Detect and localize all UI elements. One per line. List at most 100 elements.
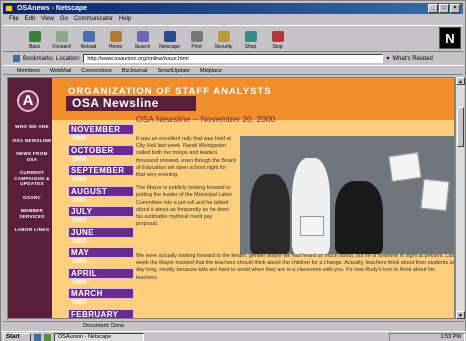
month-link[interactable]: July 2000 [68, 206, 134, 227]
nav-who-we-are[interactable]: Who We Are [12, 124, 52, 130]
month-link[interactable]: June 2000 [68, 226, 134, 248]
month-link[interactable]: May 2000 [68, 247, 134, 268]
month-label: October [68, 144, 134, 156]
page-content: A Organization of Staff Analysts OSA New… [7, 77, 455, 319]
stop-icon [271, 31, 284, 42]
scroll-down-arrow-icon[interactable]: ▼ [456, 311, 465, 319]
start-button[interactable]: Start [3, 332, 31, 341]
url-input[interactable]: http://www.osaunion.org/online/issue.htm… [83, 54, 384, 63]
link-mktplace[interactable]: Mktplace [200, 66, 222, 74]
month-link[interactable]: April 2000 [68, 267, 134, 289]
nav-news-from-osa[interactable]: News from OSA [12, 151, 52, 162]
month-link[interactable]: November 2000 [68, 124, 134, 145]
print-label: Print [191, 44, 202, 50]
month-link[interactable]: October 2000 [68, 144, 134, 166]
link-webmail[interactable]: WebMail [50, 66, 71, 74]
nav-osa-newsline[interactable]: OSA Newsline [12, 138, 52, 144]
minimize-button[interactable]: _ [428, 4, 438, 13]
menu-edit[interactable]: Edit [25, 15, 35, 24]
month-link[interactable]: August 2000 [68, 185, 134, 207]
shop-icon [244, 31, 257, 42]
year-label: 2000 [72, 135, 87, 142]
netscape-icon [163, 31, 176, 42]
navigation-toolbar: Back Forward Reload Home Search Netscape… [3, 25, 463, 52]
newsline-banner: OSA Newsline [66, 96, 196, 111]
nav-member-services[interactable]: Member Services [12, 208, 52, 219]
site-nav: Who We Are OSA Newsline News from OSA Cu… [12, 124, 52, 241]
status-bar: Document: Done [3, 321, 463, 330]
url-dropdown-icon[interactable]: ▾ [386, 55, 389, 62]
menu-go[interactable]: Go [60, 15, 68, 24]
bookmarks-icon [13, 55, 20, 62]
location-label: Location: [56, 55, 81, 62]
month-link[interactable]: March 2000 [68, 288, 134, 309]
article-body-top: It was an excellent rally that was held … [136, 136, 236, 234]
search-icon [136, 31, 149, 42]
personal-toolbar: Members WebMail Connections BizJournal S… [3, 65, 463, 75]
reload-button[interactable]: Reload [75, 26, 102, 52]
menu-help[interactable]: Help [119, 15, 131, 24]
link-connections[interactable]: Connections [81, 66, 112, 74]
month-link[interactable]: February2000 [68, 308, 134, 318]
forward-label: Forward [52, 44, 71, 50]
stop-label: Stop [272, 44, 283, 50]
forward-button[interactable]: Forward [48, 26, 75, 52]
archive-months: November 2000 October 2000 September 2000 A… [68, 124, 134, 318]
reload-icon [82, 31, 95, 42]
vertical-scrollbar[interactable]: ▲ ▼ [455, 77, 465, 319]
link-bizjournal[interactable]: BizJournal [122, 66, 148, 74]
article-title: OSA Newsline -- November 20, 2000 [136, 114, 276, 124]
month-label: July [68, 206, 134, 217]
security-label: Security [214, 44, 233, 50]
osa-logo[interactable]: A [17, 90, 39, 112]
link-smartupdate[interactable]: SmartUpdate [157, 66, 189, 74]
month-link[interactable]: September 2000 [68, 165, 134, 186]
menu-file[interactable]: File [9, 15, 19, 24]
year-label: 2000 [72, 176, 87, 183]
rally-photo [240, 136, 454, 254]
month-label: November [68, 124, 134, 135]
forward-icon [55, 31, 68, 42]
netscape-app-icon [5, 5, 13, 12]
netscape-button[interactable]: Netscape [156, 26, 183, 52]
month-label: March [68, 288, 134, 299]
home-icon [109, 31, 122, 42]
scroll-up-arrow-icon[interactable]: ▲ [456, 77, 465, 85]
menu-view[interactable]: View [41, 15, 54, 24]
scroll-thumb[interactable] [457, 107, 464, 147]
task-netscape[interactable]: OSAunion - Netscape [54, 332, 144, 341]
quicklaunch-icon[interactable] [34, 333, 41, 341]
photo-figure [292, 158, 330, 254]
year-label: 2000 [72, 237, 87, 245]
maximize-button[interactable]: □ [439, 4, 449, 13]
year-label: 2000 [72, 217, 87, 224]
close-button[interactable]: × [450, 4, 460, 13]
whats-related-button[interactable]: What's Related [392, 56, 433, 62]
search-button[interactable]: Search [129, 26, 156, 52]
security-button[interactable]: Security [210, 26, 237, 52]
lock-icon [217, 31, 230, 42]
netscape-label: Netscape [158, 44, 181, 50]
nav-osarc[interactable]: OSARC [12, 195, 52, 201]
month-label: April [68, 267, 134, 279]
nav-current-campaigns[interactable]: Current Campaigns & Updates [12, 170, 52, 187]
year-label: 2000 [72, 258, 87, 265]
home-button[interactable]: Home [102, 26, 129, 52]
menu-communicator[interactable]: Communicator [74, 15, 113, 24]
quicklaunch-icon[interactable] [44, 333, 51, 341]
back-button[interactable]: Back [21, 26, 48, 52]
protest-sign [300, 216, 324, 236]
bookmarks-button[interactable]: Bookmarks [23, 56, 53, 62]
nav-labor-links[interactable]: Labor Links [12, 227, 52, 233]
shop-button[interactable]: Shop [237, 26, 264, 52]
link-members[interactable]: Members [17, 66, 40, 74]
year-label: 2000 [72, 299, 87, 306]
year-label: 2000 [72, 196, 87, 204]
reload-label: Reload [80, 44, 97, 50]
shop-label: Shop [244, 44, 257, 50]
stop-button[interactable]: Stop [264, 26, 291, 52]
article-body-bottom: We were actually looking forward to the … [136, 253, 454, 282]
month-label: May [68, 247, 134, 258]
print-button[interactable]: Print [183, 26, 210, 52]
year-label: 2000 [72, 278, 87, 286]
